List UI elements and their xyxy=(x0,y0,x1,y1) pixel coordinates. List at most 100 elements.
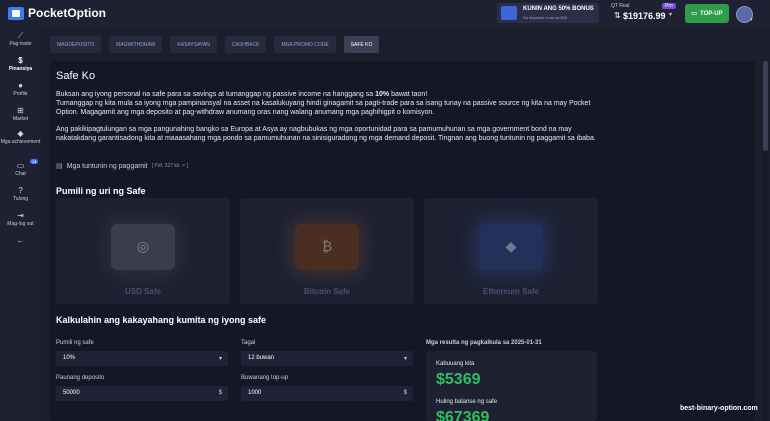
account-type: QT Real xyxy=(611,3,630,9)
transfer-arrows-icon: ⇅ xyxy=(614,11,621,20)
account-selector[interactable]: QT Real Pro ⇅ $19176.99 ▾ xyxy=(611,3,676,25)
sidebar-item-finance[interactable]: $ Pinansiya xyxy=(0,56,41,72)
deposit-label: Paunang deposito xyxy=(56,375,105,381)
currency-suffix: $ xyxy=(218,390,222,396)
usd-safe-icon: ◎ xyxy=(111,224,175,270)
page-scrollbar[interactable] xyxy=(763,61,768,421)
intro-paragraph: Buksan ang iyong personal na safe para s… xyxy=(56,90,601,99)
logout-icon: ⇥ xyxy=(17,211,24,220)
sidebar-item-label: Mga achievement xyxy=(0,139,41,145)
help-icon: ? xyxy=(18,186,23,195)
chat-count-badge: 14 xyxy=(30,159,39,164)
deposit-input[interactable]: 50000 $ xyxy=(56,386,228,401)
sidebar-item-label: Chat xyxy=(15,171,26,177)
sidebar-item-chat[interactable]: ▭ Chat 14 xyxy=(0,159,41,177)
tab-history[interactable]: KASAYSAYAN xyxy=(170,36,217,53)
calculation-results-title: Mga resulta ng pagkalkula sa 2025-01-31 xyxy=(426,340,542,346)
term-select[interactable]: 12 buwan ▾ xyxy=(241,351,413,366)
watermark: best-binary-option.com xyxy=(680,405,758,412)
collapse-icon: ← xyxy=(16,236,25,245)
tab-promo-codes[interactable]: MGA PROMO CODE xyxy=(274,36,336,53)
monthly-topup-label: Buwanang top-up xyxy=(241,375,289,381)
bitcoin-safe-icon: ₿ xyxy=(295,224,359,270)
usd-safe-card[interactable]: ◎ USD Safe xyxy=(56,198,230,304)
term-select-label: Tagal xyxy=(241,340,256,346)
top-up-label: TOP-UP xyxy=(700,10,723,17)
tab-safe[interactable]: SAFE KO xyxy=(343,36,380,53)
income-paragraph: Tumanggap ng kita mula sa iyong mga pamp… xyxy=(56,100,591,116)
bonus-promo-banner[interactable]: KUNIN ANG 50% BONUS Sa deposito mula sa … xyxy=(497,3,599,23)
total-income-label: Kabuuang kita xyxy=(436,361,475,367)
calculator-heading: Kalkulahin ang kakayahang kumita ng iyon… xyxy=(56,315,267,325)
sidebar-item-label: Pinansiya xyxy=(8,66,33,72)
ethereum-safe-card[interactable]: ◆ Ethereum Safe xyxy=(424,198,598,304)
sidebar-item-label: Market xyxy=(12,116,29,122)
ethereum-icon: ◆ xyxy=(505,238,517,254)
chevron-down-icon: ▾ xyxy=(750,17,753,23)
deposit-value: 50000 xyxy=(63,390,80,396)
safe-panel: Safe Ko Buksan ang iyong personal na saf… xyxy=(50,61,755,421)
terms-file-info-end: ] xyxy=(185,163,189,169)
document-icon: ▤ xyxy=(56,163,63,170)
intro-text-end: bawat taon! xyxy=(389,91,428,98)
ethereum-safe-icon: ◆ xyxy=(479,224,543,270)
safe-name: Ethereum Safe xyxy=(482,287,540,296)
monthly-topup-value: 1000 xyxy=(248,390,262,396)
tab-deposit[interactable]: MAGDEPOSITO xyxy=(50,36,102,53)
rate-highlight: 10% xyxy=(375,91,390,98)
sidebar-item-label: Pag-trade xyxy=(9,41,32,47)
terms-link[interactable]: ▤ Mga tuntunin ng paggamit [ Pdf, 327 kb… xyxy=(56,162,189,171)
safe-name: Bitcoin Safe xyxy=(303,287,351,296)
tab-withdraw[interactable]: MAGWITHDRAW xyxy=(109,36,163,53)
terms-link-label: Mga tuntunin ng paggamit xyxy=(66,162,148,170)
logo-icon xyxy=(8,6,24,20)
diamond-icon: ◆ xyxy=(17,129,24,138)
choose-safe-heading: Pumili ng uri ng Safe xyxy=(56,186,146,196)
bitcoin-icon: ₿ xyxy=(321,238,333,254)
final-balance-label: Huling balanse ng safe xyxy=(436,399,498,405)
close-icon[interactable]: × xyxy=(589,5,593,12)
promo-title: KUNIN ANG 50% BONUS xyxy=(523,6,594,12)
page-title: Safe Ko xyxy=(56,70,96,82)
dollar-icon: $ xyxy=(18,56,23,65)
safe-select-label: Pumili ng safe xyxy=(56,340,94,346)
total-income-value: $5369 xyxy=(436,371,481,388)
scrollbar-thumb[interactable] xyxy=(763,61,768,151)
user-icon: ● xyxy=(18,81,23,90)
term-select-value: 12 buwan xyxy=(248,355,275,361)
sidebar-item-profile[interactable]: ● Profile xyxy=(0,81,41,97)
brand-name: PocketOption xyxy=(28,6,107,20)
top-up-button[interactable]: ▭ TOP-UP xyxy=(685,4,729,23)
chevron-down-icon: ▾ xyxy=(669,12,673,18)
safe-dial-icon: ◎ xyxy=(136,238,150,254)
sidebar: ⟋ Pag-trade $ Pinansiya ● Profile ⊞ Mark… xyxy=(0,27,41,421)
sidebar-item-label: Tulong xyxy=(12,196,29,202)
account-balance: $19176.99 xyxy=(623,11,666,21)
sidebar-item-logout[interactable]: ⇥ Mag-log out xyxy=(0,211,41,227)
sidebar-item-trade[interactable]: ⟋ Pag-trade xyxy=(0,31,41,47)
monthly-topup-input[interactable]: 1000 $ xyxy=(241,386,413,401)
sidebar-item-achievements[interactable]: ◆ Mga achievement xyxy=(0,129,41,145)
tab-cashback[interactable]: CASHBACK xyxy=(224,36,267,53)
bitcoin-safe-card[interactable]: ₿ Bitcoin Safe xyxy=(240,198,414,304)
collapse-sidebar-button[interactable]: ← xyxy=(0,236,41,246)
partners-paragraph: Ang pakikipagtulungan sa mga pangunahing… xyxy=(56,126,596,142)
cart-icon: ⊞ xyxy=(17,106,24,115)
safe-select[interactable]: 10% ▾ xyxy=(56,351,228,366)
wallet-icon: ▭ xyxy=(691,11,698,17)
pro-badge: Pro xyxy=(662,3,676,9)
chevron-down-icon: ▾ xyxy=(403,356,407,362)
sidebar-item-help[interactable]: ? Tulong xyxy=(0,186,41,202)
calculation-results: Kabuuang kita $5369 Huling balanse ng sa… xyxy=(426,351,597,421)
top-bar: PocketOption KUNIN ANG 50% BONUS Sa depo… xyxy=(0,0,770,27)
sidebar-item-market[interactable]: ⊞ Market xyxy=(0,106,41,122)
terms-file-info: [ Pdf, 327 kb xyxy=(151,163,182,169)
safe-name: USD Safe xyxy=(124,287,161,296)
gift-icon xyxy=(501,6,517,20)
safe-select-value: 10% xyxy=(63,355,76,361)
sidebar-item-label: Profile xyxy=(13,91,28,97)
sidebar-item-label: Mag-log out xyxy=(7,221,34,227)
promo-subtitle: Sa deposito mula sa $50 xyxy=(523,15,568,20)
brand-logo[interactable]: PocketOption xyxy=(8,6,106,20)
finance-tabs: MAGDEPOSITO MAGWITHDRAW KASAYSAYAN CASHB… xyxy=(50,36,380,53)
